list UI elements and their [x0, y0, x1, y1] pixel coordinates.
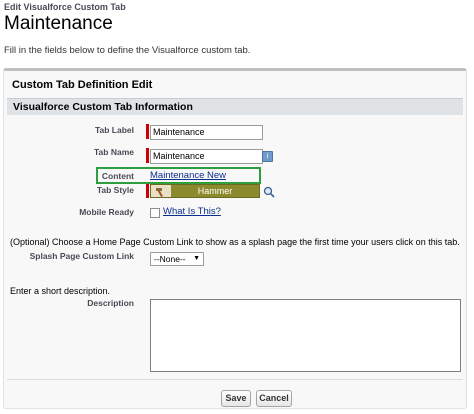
tab-style-value: Hammer [197, 186, 233, 196]
tab-label-label: Tab Label [94, 125, 134, 135]
tab-name-label: Tab Name [94, 147, 134, 157]
mobile-ready-label: Mobile Ready [79, 207, 134, 217]
tab-name-input[interactable]: Maintenance [150, 149, 263, 164]
panel-title: Custom Tab Definition Edit [12, 79, 153, 91]
breadcrumb: Edit Visualforce Custom Tab [4, 2, 126, 12]
page-intro: Fill in the fields below to define the V… [4, 45, 251, 56]
required-indicator [146, 148, 149, 163]
description-label: Description [87, 298, 134, 308]
description-instruction: Enter a short description. [10, 286, 111, 296]
tab-label-input[interactable]: Maintenance [150, 125, 263, 140]
save-button[interactable]: Save [221, 390, 251, 407]
splash-page-select[interactable]: --None-- ▼ [150, 252, 204, 266]
section-header: Visualforce Custom Tab Information [7, 98, 463, 115]
cancel-button[interactable]: Cancel [256, 390, 292, 407]
required-indicator [146, 184, 149, 198]
what-is-this-link[interactable]: What Is This? [163, 206, 221, 217]
tab-style-selector[interactable]: Hammer [150, 184, 260, 198]
required-indicator [146, 124, 149, 139]
chevron-down-icon: ▼ [193, 255, 200, 262]
info-icon[interactable]: i [262, 151, 273, 162]
divider [7, 379, 463, 380]
hammer-icon [151, 185, 171, 197]
splash-page-selected: --None-- [154, 254, 186, 264]
tab-definition-panel: Custom Tab Definition Edit Visualforce C… [3, 68, 467, 409]
page-title: Maintenance [4, 13, 113, 34]
splash-page-label: Splash Page Custom Link [29, 251, 134, 261]
tab-style-label: Tab Style [96, 185, 134, 195]
description-textarea[interactable] [150, 299, 461, 372]
splash-instruction: (Optional) Choose a Home Page Custom Lin… [10, 237, 460, 247]
search-icon[interactable] [263, 185, 275, 198]
content-link[interactable]: Maintenance New [150, 170, 226, 181]
mobile-ready-checkbox[interactable] [150, 208, 160, 218]
content-label: Content [101, 171, 134, 181]
section-title: Visualforce Custom Tab Information [13, 101, 193, 113]
